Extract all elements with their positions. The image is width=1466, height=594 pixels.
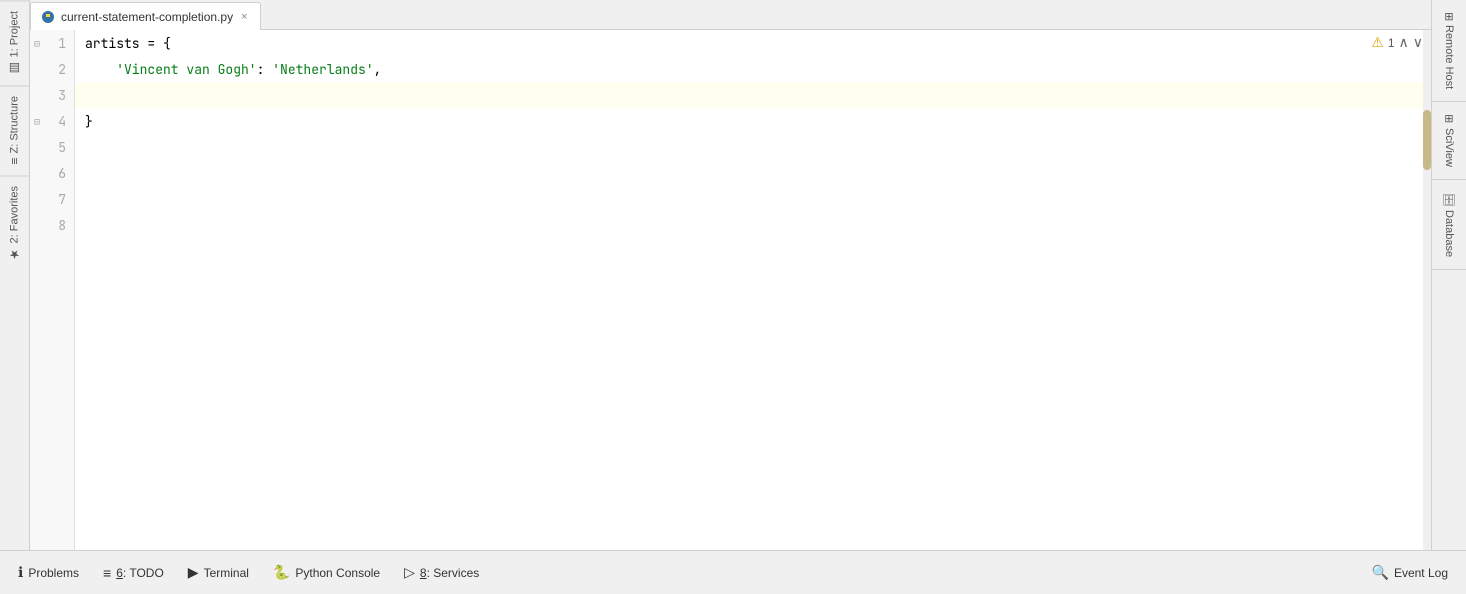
line-7-number: 7: [30, 186, 74, 212]
python-console-icon: 🐍: [273, 564, 290, 581]
editor-toolbar: ⚠ 1 ∧ ∨: [1363, 30, 1431, 55]
line-3-number: 3: [30, 82, 74, 108]
bottom-toolbar: ℹ Problems ≡ 6: TODO ▶ Terminal 🐍 Python…: [0, 550, 1466, 594]
warning-icon: ⚠: [1371, 34, 1384, 51]
prev-warning-button[interactable]: ∧: [1399, 34, 1409, 51]
todo-icon: ≡: [103, 565, 111, 581]
code-line-4[interactable]: }: [75, 108, 1431, 134]
event-log-label: Event Log: [1394, 566, 1448, 580]
services-label: 8: Services: [420, 566, 479, 580]
sidebar-item-structure[interactable]: ≡ Z: Structure: [0, 85, 29, 174]
code-line-1[interactable]: artists = {: [75, 30, 1431, 56]
remote-host-icon: ⊞: [1443, 12, 1456, 21]
python-console-label: Python Console: [295, 566, 380, 580]
line-gutter: ⊟ 1 2 3 ⊟ 4 5 6 7 8: [30, 30, 75, 550]
code-string-value: 'Netherlands': [272, 61, 373, 78]
right-sidebar: ⊞ Remote Host ⊞ SciView 🗄 Database: [1431, 0, 1466, 550]
next-warning-button[interactable]: ∨: [1413, 34, 1423, 51]
line-8-number: 8: [30, 212, 74, 238]
terminal-label: Terminal: [204, 566, 249, 580]
code-colon: :: [257, 61, 273, 78]
database-icon: 🗄: [1443, 192, 1456, 206]
tab-close-button[interactable]: ×: [239, 11, 249, 23]
services-icon: ▷: [404, 564, 415, 581]
python-console-button[interactable]: 🐍 Python Console: [263, 560, 390, 585]
code-line-5[interactable]: [75, 134, 1431, 160]
project-icon: ▤: [8, 61, 22, 75]
code-comma: ,: [374, 61, 382, 78]
scrollbar-thumb[interactable]: [1423, 110, 1431, 170]
tab-bar: current-statement-completion.py ×: [30, 0, 1431, 30]
sidebar-item-project[interactable]: ▤ 1: Project: [0, 0, 29, 85]
problems-icon: ℹ: [18, 564, 23, 581]
problems-label: Problems: [28, 566, 79, 580]
editor-tab-current-file[interactable]: current-statement-completion.py ×: [30, 2, 261, 30]
terminal-icon: ▶: [188, 564, 199, 581]
code-line-8[interactable]: [75, 212, 1431, 238]
line-4-number: ⊟ 4: [30, 108, 74, 134]
code-text-1: artists = {: [85, 35, 171, 52]
structure-icon: ≡: [8, 158, 22, 165]
python-file-icon: [41, 10, 55, 24]
todo-label: 6: TODO: [116, 566, 164, 580]
left-sidebar: ▤ 1: Project ≡ Z: Structure ★ 2: Favorit…: [0, 0, 30, 550]
sidebar-item-favorites[interactable]: ★ 2: Favorites: [0, 175, 29, 271]
sidebar-item-database[interactable]: 🗄 Database: [1432, 180, 1466, 270]
code-indent-2: [85, 61, 116, 78]
services-button[interactable]: ▷ 8: Services: [394, 560, 489, 585]
favorites-icon: ★: [8, 247, 22, 261]
sidebar-item-remote-host[interactable]: ⊞ Remote Host: [1432, 0, 1466, 102]
event-log-icon: 🔍: [1372, 564, 1389, 581]
code-line-2[interactable]: 'Vincent van Gogh': 'Netherlands',: [75, 56, 1431, 82]
editor-content[interactable]: ⊟ 1 2 3 ⊟ 4 5 6 7 8 ⚠ 1 ∧ ∨ artist: [30, 30, 1431, 550]
terminal-button[interactable]: ▶ Terminal: [178, 560, 259, 585]
editor-area: current-statement-completion.py × ⊟ 1 2 …: [30, 0, 1431, 550]
code-string-key: 'Vincent van Gogh': [116, 61, 256, 78]
scrollbar-track: [1423, 30, 1431, 550]
sidebar-item-sciview[interactable]: ⊞ SciView: [1432, 102, 1466, 179]
code-editor[interactable]: ⚠ 1 ∧ ∨ artists = { 'Vincent van Gogh': …: [75, 30, 1431, 550]
sciview-icon: ⊞: [1443, 114, 1456, 123]
line-6-number: 6: [30, 160, 74, 186]
problems-button[interactable]: ℹ Problems: [8, 560, 89, 585]
todo-button[interactable]: ≡ 6: TODO: [93, 561, 174, 585]
fold-icon-1[interactable]: ⊟: [34, 37, 40, 50]
code-line-6[interactable]: [75, 160, 1431, 186]
code-line-3[interactable]: [75, 82, 1431, 108]
warning-count: 1: [1388, 36, 1395, 50]
line-5-number: 5: [30, 134, 74, 160]
fold-icon-4[interactable]: ⊟: [34, 115, 40, 128]
event-log-button[interactable]: 🔍 Event Log: [1362, 560, 1458, 585]
code-line-7[interactable]: [75, 186, 1431, 212]
line-2-number: 2: [30, 56, 74, 82]
code-text-4: }: [85, 113, 93, 130]
tab-filename: current-statement-completion.py: [61, 10, 233, 24]
line-1-number: ⊟ 1: [30, 30, 74, 56]
